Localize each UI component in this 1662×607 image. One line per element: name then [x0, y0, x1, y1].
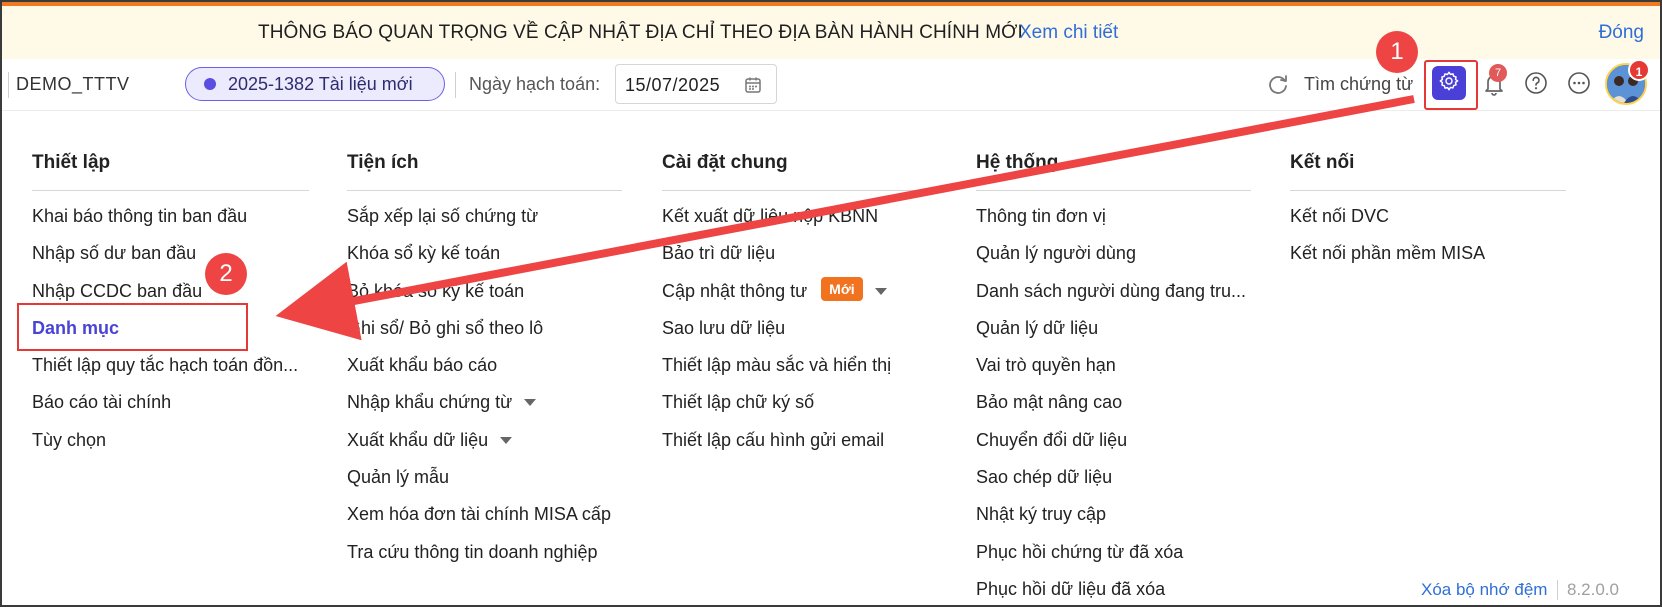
divider: [976, 190, 1251, 191]
menu-item-export-kbnn[interactable]: Kết xuất dữ liệu nộp KBNN: [662, 205, 937, 242]
menu-item-data-maintenance[interactable]: Bảo trì dữ liệu: [662, 242, 937, 279]
caret-down-icon: [500, 436, 513, 444]
menu-item-restore-vouchers[interactable]: Phục hồi chứng từ đã xóa: [976, 541, 1251, 578]
clear-cache-link[interactable]: Xóa bộ nhớ đệm: [1421, 580, 1547, 600]
menu-item-connect-dvc[interactable]: Kết nối DVC: [1290, 205, 1566, 242]
notice-close-button[interactable]: Đóng: [1599, 22, 1644, 44]
menu-column-general-settings: Cài đặt chung Kết xuất dữ liệu nộp KBNN …: [662, 152, 937, 466]
caret-down-icon: [874, 287, 887, 295]
column-header: Cài đặt chung: [662, 152, 788, 173]
menu-column-system: Hệ thống Thông tin đơn vị Quản lý người …: [976, 152, 1251, 605]
menu-item-label: Xuất khẩu dữ liệu: [347, 429, 489, 450]
divider: [347, 190, 622, 191]
posting-date-value: 15/07/2025: [625, 75, 721, 95]
company-name[interactable]: DEMO_TTTV: [16, 74, 130, 95]
menu-item-access-log[interactable]: Nhật ký truy cập: [976, 503, 1251, 540]
menu-item-backup[interactable]: Sao lưu dữ liệu: [662, 317, 937, 354]
highlight-box: [17, 303, 248, 351]
menu-item-lock-period[interactable]: Khóa sổ kỳ kế toán: [347, 242, 622, 279]
menu-item-financial-reports[interactable]: Báo cáo tài chính: [32, 391, 309, 428]
menu-item-posting-rules[interactable]: Thiết lập quy tắc hạch toán đồn...: [32, 354, 309, 391]
menu-item-batch-posting[interactable]: Ghi sổ/ Bỏ ghi sổ theo lô: [347, 317, 622, 354]
menu-item-unit-info[interactable]: Thông tin đơn vị: [976, 205, 1251, 242]
menu-item-online-users[interactable]: Danh sách người dùng đang tru...: [976, 280, 1251, 317]
menu-item-renumber-vouchers[interactable]: Sắp xếp lại số chứng từ: [347, 205, 622, 242]
menu-item-export-reports[interactable]: Xuất khẩu báo cáo: [347, 354, 622, 391]
posting-date-input[interactable]: 15/07/2025: [615, 64, 777, 104]
menu-item-digital-signature[interactable]: Thiết lập chữ ký số: [662, 391, 937, 428]
menu-item-data-conversion[interactable]: Chuyển đổi dữ liệu: [976, 429, 1251, 466]
menu-item-display-settings[interactable]: Thiết lập màu sắc và hiển thị: [662, 354, 937, 391]
new-badge: Mới: [821, 276, 863, 301]
menu-column-utilities: Tiện ích Sắp xếp lại số chứng từ Khóa sổ…: [347, 152, 622, 578]
menu-item-label: Cập nhật thông tư: [662, 280, 808, 301]
divider: [662, 190, 937, 191]
menu-item-data-copy[interactable]: Sao chép dữ liệu: [976, 466, 1251, 503]
menu-item-initial-info[interactable]: Khai báo thông tin ban đầu: [32, 205, 309, 242]
column-header: Hệ thống: [976, 152, 1059, 173]
caret-down-icon: [524, 399, 537, 407]
app-window: THÔNG BÁO QUAN TRỌNG VỀ CẬP NHẬT ĐỊA CHỈ…: [0, 0, 1662, 607]
calendar-icon[interactable]: [744, 76, 762, 99]
menu-item-import-vouchers[interactable]: Nhập khẩu chứng từ: [347, 391, 622, 428]
menu-item-export-data[interactable]: Xuất khẩu dữ liệu: [347, 429, 622, 466]
menu-item-label: Nhập khẩu chứng từ: [347, 392, 513, 413]
menu-item-view-invoices[interactable]: Xem hóa đơn tài chính MISA cấp: [347, 503, 622, 540]
search-voucher-button[interactable]: Tìm chứng từ: [1304, 74, 1413, 95]
menu-item-opening-balance[interactable]: Nhập số dư ban đầu: [32, 242, 309, 279]
notice-details-link[interactable]: Xem chi tiết: [1019, 22, 1118, 44]
period-selector[interactable]: 2025-1382 Tài liệu mới: [185, 67, 445, 101]
menu-item-user-management[interactable]: Quản lý người dùng: [976, 242, 1251, 279]
notification-count-badge: 7: [1489, 64, 1507, 82]
version-label: 8.2.0.0: [1567, 580, 1619, 599]
menu-item-unlock-period[interactable]: Bỏ khóa sổ kỳ kế toán: [347, 280, 622, 317]
step-2-badge: 2: [205, 253, 247, 295]
menu-item-email-config[interactable]: Thiết lập cấu hình gửi email: [662, 429, 937, 466]
menu-column-connections: Kết nối Kết nối DVC Kết nối phần mềm MIS…: [1290, 152, 1566, 280]
gear-icon: [1438, 70, 1460, 97]
notice-text: THÔNG BÁO QUAN TRỌNG VỀ CẬP NHẬT ĐỊA CHỈ…: [258, 22, 1023, 43]
menu-item-data-management[interactable]: Quản lý dữ liệu: [976, 317, 1251, 354]
menu-item-templates[interactable]: Quản lý mẫu: [347, 466, 622, 503]
divider: [455, 72, 456, 98]
menu-item-connect-misa[interactable]: Kết nối phần mềm MISA: [1290, 242, 1566, 279]
column-header: Kết nối: [1290, 152, 1355, 173]
divider: [1557, 580, 1558, 600]
divider: [1290, 190, 1566, 191]
search-history-icon[interactable]: [1266, 72, 1290, 101]
column-header: Thiết lập: [32, 152, 111, 173]
avatar-badge: 1: [1628, 59, 1650, 81]
more-options-icon[interactable]: [1567, 71, 1591, 100]
menu-item-update-circular[interactable]: Cập nhật thông tư Mới: [662, 276, 937, 317]
menu-item-restore-data[interactable]: Phục hồi dữ liệu đã xóa: [976, 578, 1251, 605]
posting-date-label: Ngày hạch toán:: [469, 74, 601, 94]
divider: [8, 72, 9, 98]
help-icon[interactable]: [1524, 71, 1548, 100]
menu-item-advanced-security[interactable]: Bảo mật nâng cao: [976, 391, 1251, 428]
period-dot-icon: [204, 78, 216, 90]
period-label: 2025-1382 Tài liệu mới: [228, 73, 413, 94]
divider: [32, 190, 309, 191]
menu-item-roles[interactable]: Vai trò quyền hạn: [976, 354, 1251, 391]
menu-item-options[interactable]: Tùy chọn: [32, 429, 309, 466]
column-header: Tiện ích: [347, 152, 419, 173]
step-1-badge: 1: [1376, 31, 1418, 73]
settings-gear-button[interactable]: [1432, 66, 1466, 100]
menu-item-company-lookup[interactable]: Tra cứu thông tin doanh nghiệp: [347, 541, 622, 578]
